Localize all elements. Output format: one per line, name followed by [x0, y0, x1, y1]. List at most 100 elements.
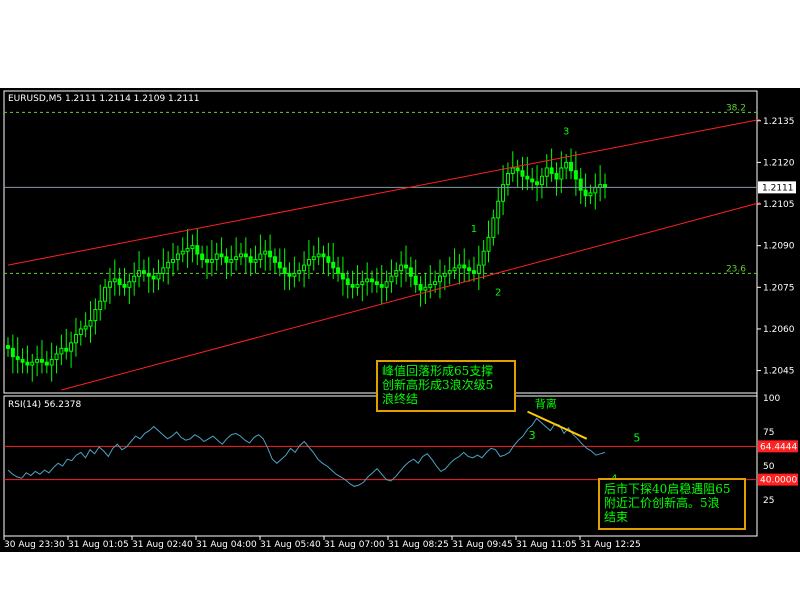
candle-body	[399, 264, 404, 272]
annotation-line: 结束	[604, 510, 629, 524]
candle-body	[374, 281, 379, 286]
rsi-tick-label: 75	[763, 428, 774, 438]
candle-body	[209, 259, 214, 263]
candle-body	[413, 275, 418, 286]
divergence-line	[527, 410, 588, 440]
candle-body	[277, 261, 282, 269]
candle-body	[350, 284, 355, 288]
candle-body	[127, 281, 132, 288]
current-price-label: 1.2111	[762, 183, 794, 193]
rsi-wave-label: 背离	[535, 397, 557, 411]
wave-label: 1	[471, 224, 477, 235]
candle-body	[156, 272, 161, 280]
candle-body	[505, 172, 510, 186]
candle-body	[195, 245, 200, 255]
candle-body	[593, 186, 598, 194]
candle-body	[107, 281, 112, 288]
candle-body	[389, 275, 394, 283]
candle-body	[530, 178, 535, 183]
candle-body	[112, 278, 117, 283]
price-tick-label: 1.2045	[763, 367, 795, 377]
time-tick-label: 31 Aug 04:00	[196, 540, 257, 550]
candle-body	[336, 267, 341, 274]
candle-body	[122, 284, 127, 288]
candle-body	[59, 347, 64, 355]
candle-body	[408, 267, 413, 277]
time-tick-label: 31 Aug 02:40	[132, 540, 193, 550]
candle-body	[520, 170, 525, 177]
candle-body	[321, 253, 326, 258]
candle-body	[243, 253, 248, 258]
candle-body	[365, 278, 370, 283]
annotation-box-support: 峰值回落形成65支撑 创新高形成3浪次级5 浪终结	[376, 360, 516, 412]
candle-body	[384, 281, 389, 288]
candle-body	[510, 167, 515, 174]
candle-body	[379, 284, 384, 288]
candle-body	[35, 358, 40, 363]
candle-body	[559, 167, 564, 180]
candle-body	[355, 284, 360, 288]
candle-body	[15, 356, 20, 360]
time-tick-label: 30 Aug 23:30	[4, 540, 65, 550]
candle-body	[282, 267, 287, 274]
wave-label: 3	[563, 127, 569, 138]
candle-body	[326, 256, 331, 263]
candle-body	[88, 320, 93, 327]
rsi-level-label: 64.4444	[760, 442, 797, 452]
candle-body	[54, 353, 59, 360]
fib-level-label: 38.2	[726, 103, 746, 113]
candle-body	[486, 236, 491, 252]
candle-body	[44, 361, 49, 366]
price-tick-label: 1.2090	[763, 242, 795, 252]
candle-body	[437, 275, 442, 283]
candle-body	[219, 253, 224, 258]
candle-body	[515, 167, 520, 172]
price-panel-frame	[3, 90, 758, 394]
candle-body	[418, 284, 423, 291]
candle-body	[496, 200, 501, 219]
candle-body	[73, 333, 78, 344]
time-tick-label: 31 Aug 11:05	[516, 540, 577, 550]
candle-body	[10, 347, 15, 358]
candle-body	[117, 278, 122, 286]
candle-body	[103, 286, 108, 302]
annotation-line: 创新高形成3浪次级5	[382, 378, 494, 392]
time-tick-label: 31 Aug 08:25	[388, 540, 449, 550]
candle-body	[302, 264, 307, 272]
rsi-tick-label: 100	[763, 394, 780, 404]
candle-body	[549, 167, 554, 174]
candles-layer	[6, 148, 607, 382]
candle-body	[39, 358, 44, 363]
rsi-level-label: 40.0000	[760, 476, 797, 486]
candle-body	[171, 259, 176, 263]
candle-body	[229, 259, 234, 263]
candle-body	[64, 347, 69, 352]
candle-body	[481, 250, 486, 266]
overlay-layer: 38.2 23.6 1 2 3	[4, 103, 760, 391]
fib-level-label: 23.6	[726, 264, 746, 274]
candle-body	[467, 267, 472, 272]
annotation-line: 浪终结	[382, 392, 419, 406]
price-tick-label: 1.2135	[763, 117, 795, 127]
candle-body	[360, 281, 365, 286]
time-tick-label: 31 Aug 07:00	[324, 540, 385, 550]
candle-body	[49, 358, 54, 366]
candle-body	[69, 342, 74, 352]
candle-body	[311, 256, 316, 261]
time-tick-label: 31 Aug 12:25	[580, 540, 641, 550]
rsi-wave-label: 3	[529, 429, 536, 442]
candle-body	[166, 261, 171, 269]
candle-body	[404, 264, 408, 269]
candle-body	[175, 253, 180, 261]
candle-body	[554, 172, 559, 180]
candle-body	[544, 167, 549, 177]
price-tick-label: 1.2060	[763, 325, 795, 335]
candle-body	[238, 253, 243, 258]
candle-body	[331, 261, 336, 269]
candle-body	[30, 361, 35, 366]
price-tick-label: 1.2075	[763, 283, 795, 293]
candle-body	[370, 278, 375, 283]
symbol-header: EURUSD,M5 1.2111 1.2114 1.2109 1.2111	[8, 94, 200, 104]
candle-body	[535, 181, 540, 186]
candle-body	[253, 259, 258, 263]
